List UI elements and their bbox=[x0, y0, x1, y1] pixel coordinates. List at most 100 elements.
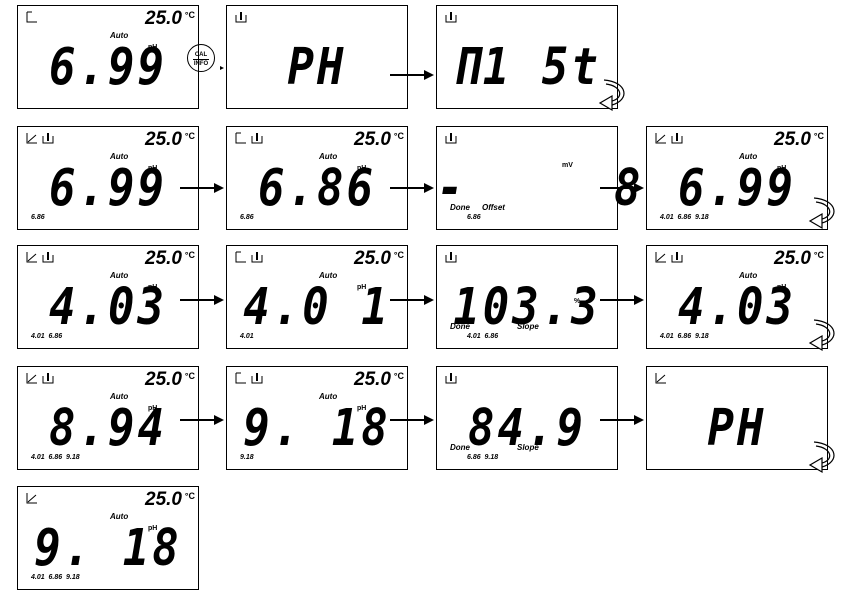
buffer-list: 4.01 6.86 9.18 bbox=[31, 454, 80, 461]
buffer-list: 9.18 bbox=[240, 454, 254, 461]
mode-indicator: Slope bbox=[517, 443, 539, 452]
electrode-icon bbox=[445, 131, 457, 149]
lcd-screen: 25.0 °C Auto 8.94 pH 4.01 6.86 9.18 bbox=[17, 366, 199, 470]
lcd-screen: Π1 5t bbox=[436, 5, 618, 109]
buffer-list: 4.01 6.86 bbox=[31, 333, 63, 340]
buffer-list: 6.86 bbox=[31, 214, 45, 221]
status-icons bbox=[26, 10, 66, 24]
reading-unit: pH bbox=[148, 44, 158, 51]
reading-unit: pH bbox=[777, 165, 787, 172]
temperature-unit: °C bbox=[184, 250, 195, 260]
buffer-list: 4.01 6.86 9.18 bbox=[660, 214, 709, 221]
lcd-screen: 84.9% Done Slope 6.86 9.18 bbox=[436, 366, 618, 470]
slope-icon bbox=[26, 131, 38, 149]
electrode-icon bbox=[235, 10, 247, 28]
main-reading: 6.99 bbox=[49, 159, 167, 218]
mode-indicator: Slope bbox=[517, 322, 539, 331]
continue-arrow bbox=[808, 440, 842, 476]
slope-icon bbox=[655, 131, 667, 149]
lcd-screen: 25.0 °C Auto 4.03 pH 4.01 6.86 bbox=[17, 245, 199, 349]
buffer-list: 4.01 6.86 9.18 bbox=[31, 574, 80, 581]
reading-unit: pH bbox=[357, 284, 367, 291]
flow-arrow bbox=[600, 413, 644, 427]
status-icons bbox=[26, 491, 66, 505]
cal-info-button[interactable]: CAL INFO bbox=[187, 44, 215, 72]
buffer-list: 4.01 6.86 bbox=[467, 333, 499, 340]
lcd-screen: PH bbox=[646, 366, 828, 470]
electrode-icon bbox=[251, 250, 263, 268]
electrode-icon bbox=[251, 371, 263, 389]
main-reading: 8.94 bbox=[49, 399, 167, 458]
slope-icon bbox=[26, 491, 38, 509]
status-icons bbox=[26, 371, 66, 385]
lcd-screen: 25.0 °C Auto 6.99 pH 6.86 bbox=[17, 126, 199, 230]
electrode-icon bbox=[42, 371, 54, 389]
temperature-reading: 25.0 bbox=[145, 369, 182, 390]
temperature-reading: 25.0 bbox=[145, 8, 182, 29]
done-indicator: Done bbox=[450, 203, 470, 212]
temperature-reading: 25.0 bbox=[145, 489, 182, 510]
electrode-icon bbox=[671, 131, 683, 149]
status-icons bbox=[445, 371, 485, 385]
mode-indicator: Offset bbox=[482, 203, 505, 212]
main-reading: Π1 5t bbox=[453, 38, 601, 97]
calibration-icon bbox=[235, 250, 247, 268]
temperature-unit: °C bbox=[393, 131, 404, 141]
done-indicator: Done bbox=[450, 443, 470, 452]
main-reading: 6.86 bbox=[258, 159, 376, 218]
lcd-screen: 25.0 °C Auto 9. 18 pH 4.01 6.86 9.18 bbox=[17, 486, 199, 590]
electrode-icon bbox=[445, 371, 457, 389]
main-reading: 4.03 bbox=[678, 278, 796, 337]
status-icons bbox=[655, 250, 695, 264]
main-reading: 6.99 bbox=[49, 38, 167, 97]
status-icons bbox=[26, 250, 66, 264]
reading-unit: pH bbox=[148, 525, 158, 532]
buffer-list: 4.01 bbox=[240, 333, 254, 340]
flow-arrow bbox=[390, 293, 434, 307]
status-icons bbox=[445, 250, 485, 264]
temperature-reading: 25.0 bbox=[354, 129, 391, 150]
lcd-screen: PH bbox=[226, 5, 408, 109]
slope-icon bbox=[655, 371, 667, 389]
temperature-unit: °C bbox=[813, 131, 824, 141]
main-reading: PH bbox=[707, 399, 767, 458]
flow-arrow bbox=[600, 293, 644, 307]
electrode-icon bbox=[671, 250, 683, 268]
reading-unit: pH bbox=[148, 284, 158, 291]
temperature-reading: 25.0 bbox=[354, 369, 391, 390]
reading-unit: pH bbox=[357, 405, 367, 412]
electrode-icon bbox=[445, 10, 457, 28]
flow-arrow bbox=[390, 68, 434, 82]
lcd-screen: 25.0 °C Auto 6.99 pH 4.01 6.86 9.18 bbox=[646, 126, 828, 230]
calibration-icon bbox=[235, 131, 247, 149]
lcd-screen: 25.0 °C Auto 6.99 pH bbox=[17, 5, 199, 109]
electrode-icon bbox=[251, 131, 263, 149]
continue-arrow bbox=[598, 78, 632, 114]
lcd-screen: 25.0 °C Auto 6.86 pH 6.86 bbox=[226, 126, 408, 230]
main-reading: 9. 18 bbox=[243, 399, 391, 458]
temperature-unit: °C bbox=[813, 250, 824, 260]
temperature-unit: °C bbox=[184, 491, 195, 501]
lcd-screen: - 8 mV Done Offset 6.86 bbox=[436, 126, 640, 230]
temperature-unit: °C bbox=[393, 250, 404, 260]
cal-label: CAL bbox=[194, 52, 208, 58]
temperature-reading: 25.0 bbox=[145, 248, 182, 269]
temperature-reading: 25.0 bbox=[145, 129, 182, 150]
reading-unit: pH bbox=[148, 405, 158, 412]
temperature-unit: °C bbox=[184, 10, 195, 20]
status-icons bbox=[655, 131, 695, 145]
buffer-list: 6.86 bbox=[467, 214, 481, 221]
continue-arrow bbox=[808, 318, 842, 354]
slope-icon bbox=[26, 250, 38, 268]
done-indicator: Done bbox=[450, 322, 470, 331]
cal-divider bbox=[193, 59, 209, 60]
status-icons bbox=[655, 371, 695, 385]
continue-arrow bbox=[808, 196, 842, 232]
temperature-reading: 25.0 bbox=[774, 248, 811, 269]
status-icons bbox=[445, 10, 485, 24]
reading-unit: % bbox=[574, 419, 581, 426]
buffer-list: 6.86 bbox=[240, 214, 254, 221]
status-icons bbox=[26, 131, 66, 145]
reading-unit: pH bbox=[357, 165, 367, 172]
status-icons bbox=[235, 10, 275, 24]
